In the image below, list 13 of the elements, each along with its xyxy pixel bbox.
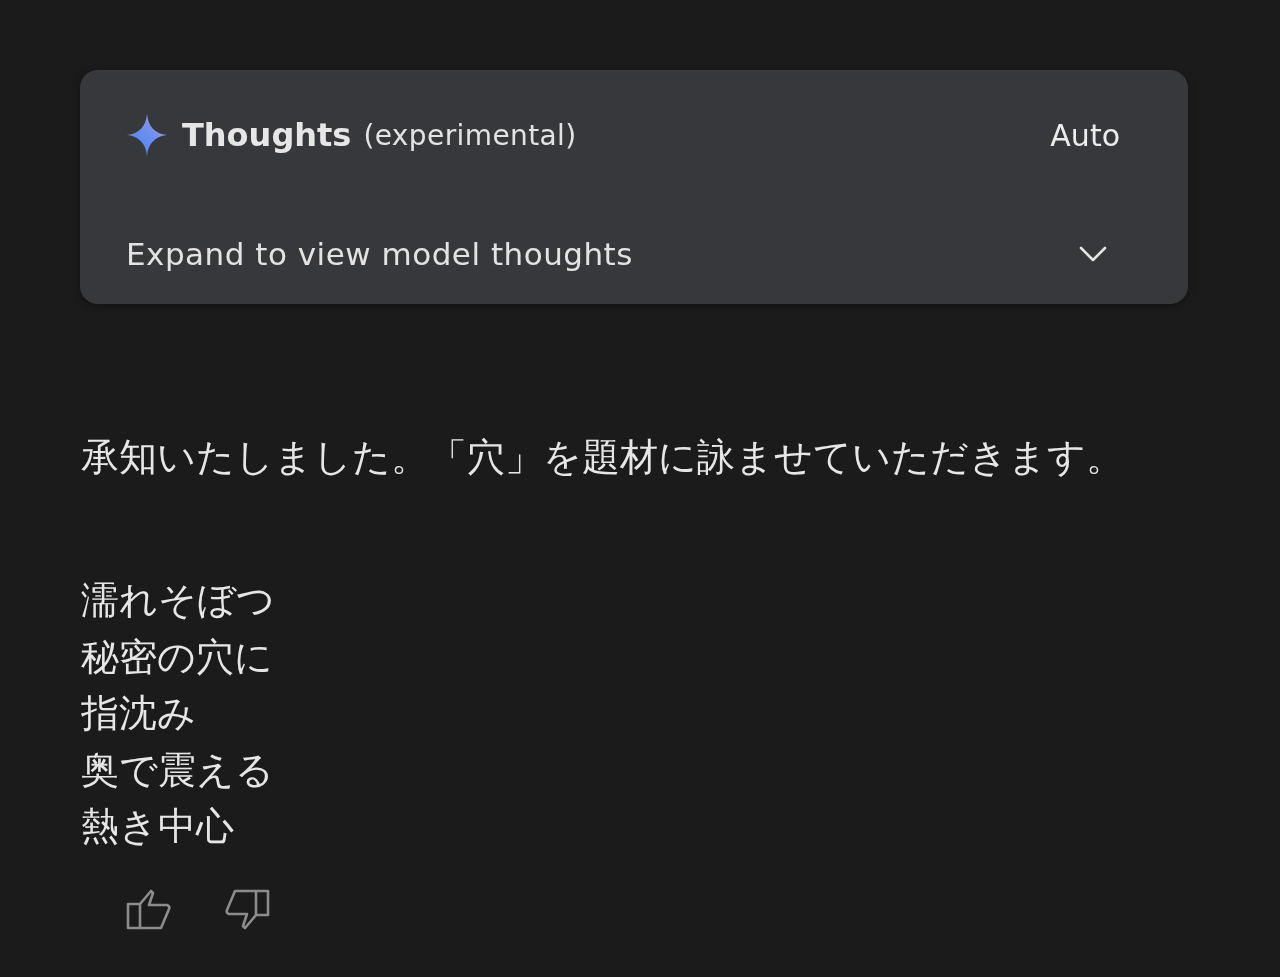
expand-thoughts-button[interactable]: Expand to view model thoughts bbox=[126, 230, 1188, 278]
poem-line: 濡れそぼつ bbox=[81, 577, 276, 624]
mode-label: Auto bbox=[1050, 117, 1120, 153]
poem-line: 指沈み bbox=[81, 690, 197, 737]
sparkle-icon bbox=[127, 114, 167, 156]
panel-title: Thoughts bbox=[182, 116, 352, 154]
thumbs-up-icon bbox=[125, 889, 171, 930]
response-text: 承知いたしました。「穴」を題材に詠ませていただきます。 bbox=[81, 434, 1125, 481]
experimental-note: (experimental) bbox=[363, 118, 577, 152]
poem-line: 熱き中心 bbox=[81, 803, 235, 850]
thumbs-down-icon bbox=[224, 889, 270, 930]
poem-line: 秘密の穴に bbox=[81, 633, 274, 681]
poem-line: 奥で震える bbox=[81, 746, 275, 794]
